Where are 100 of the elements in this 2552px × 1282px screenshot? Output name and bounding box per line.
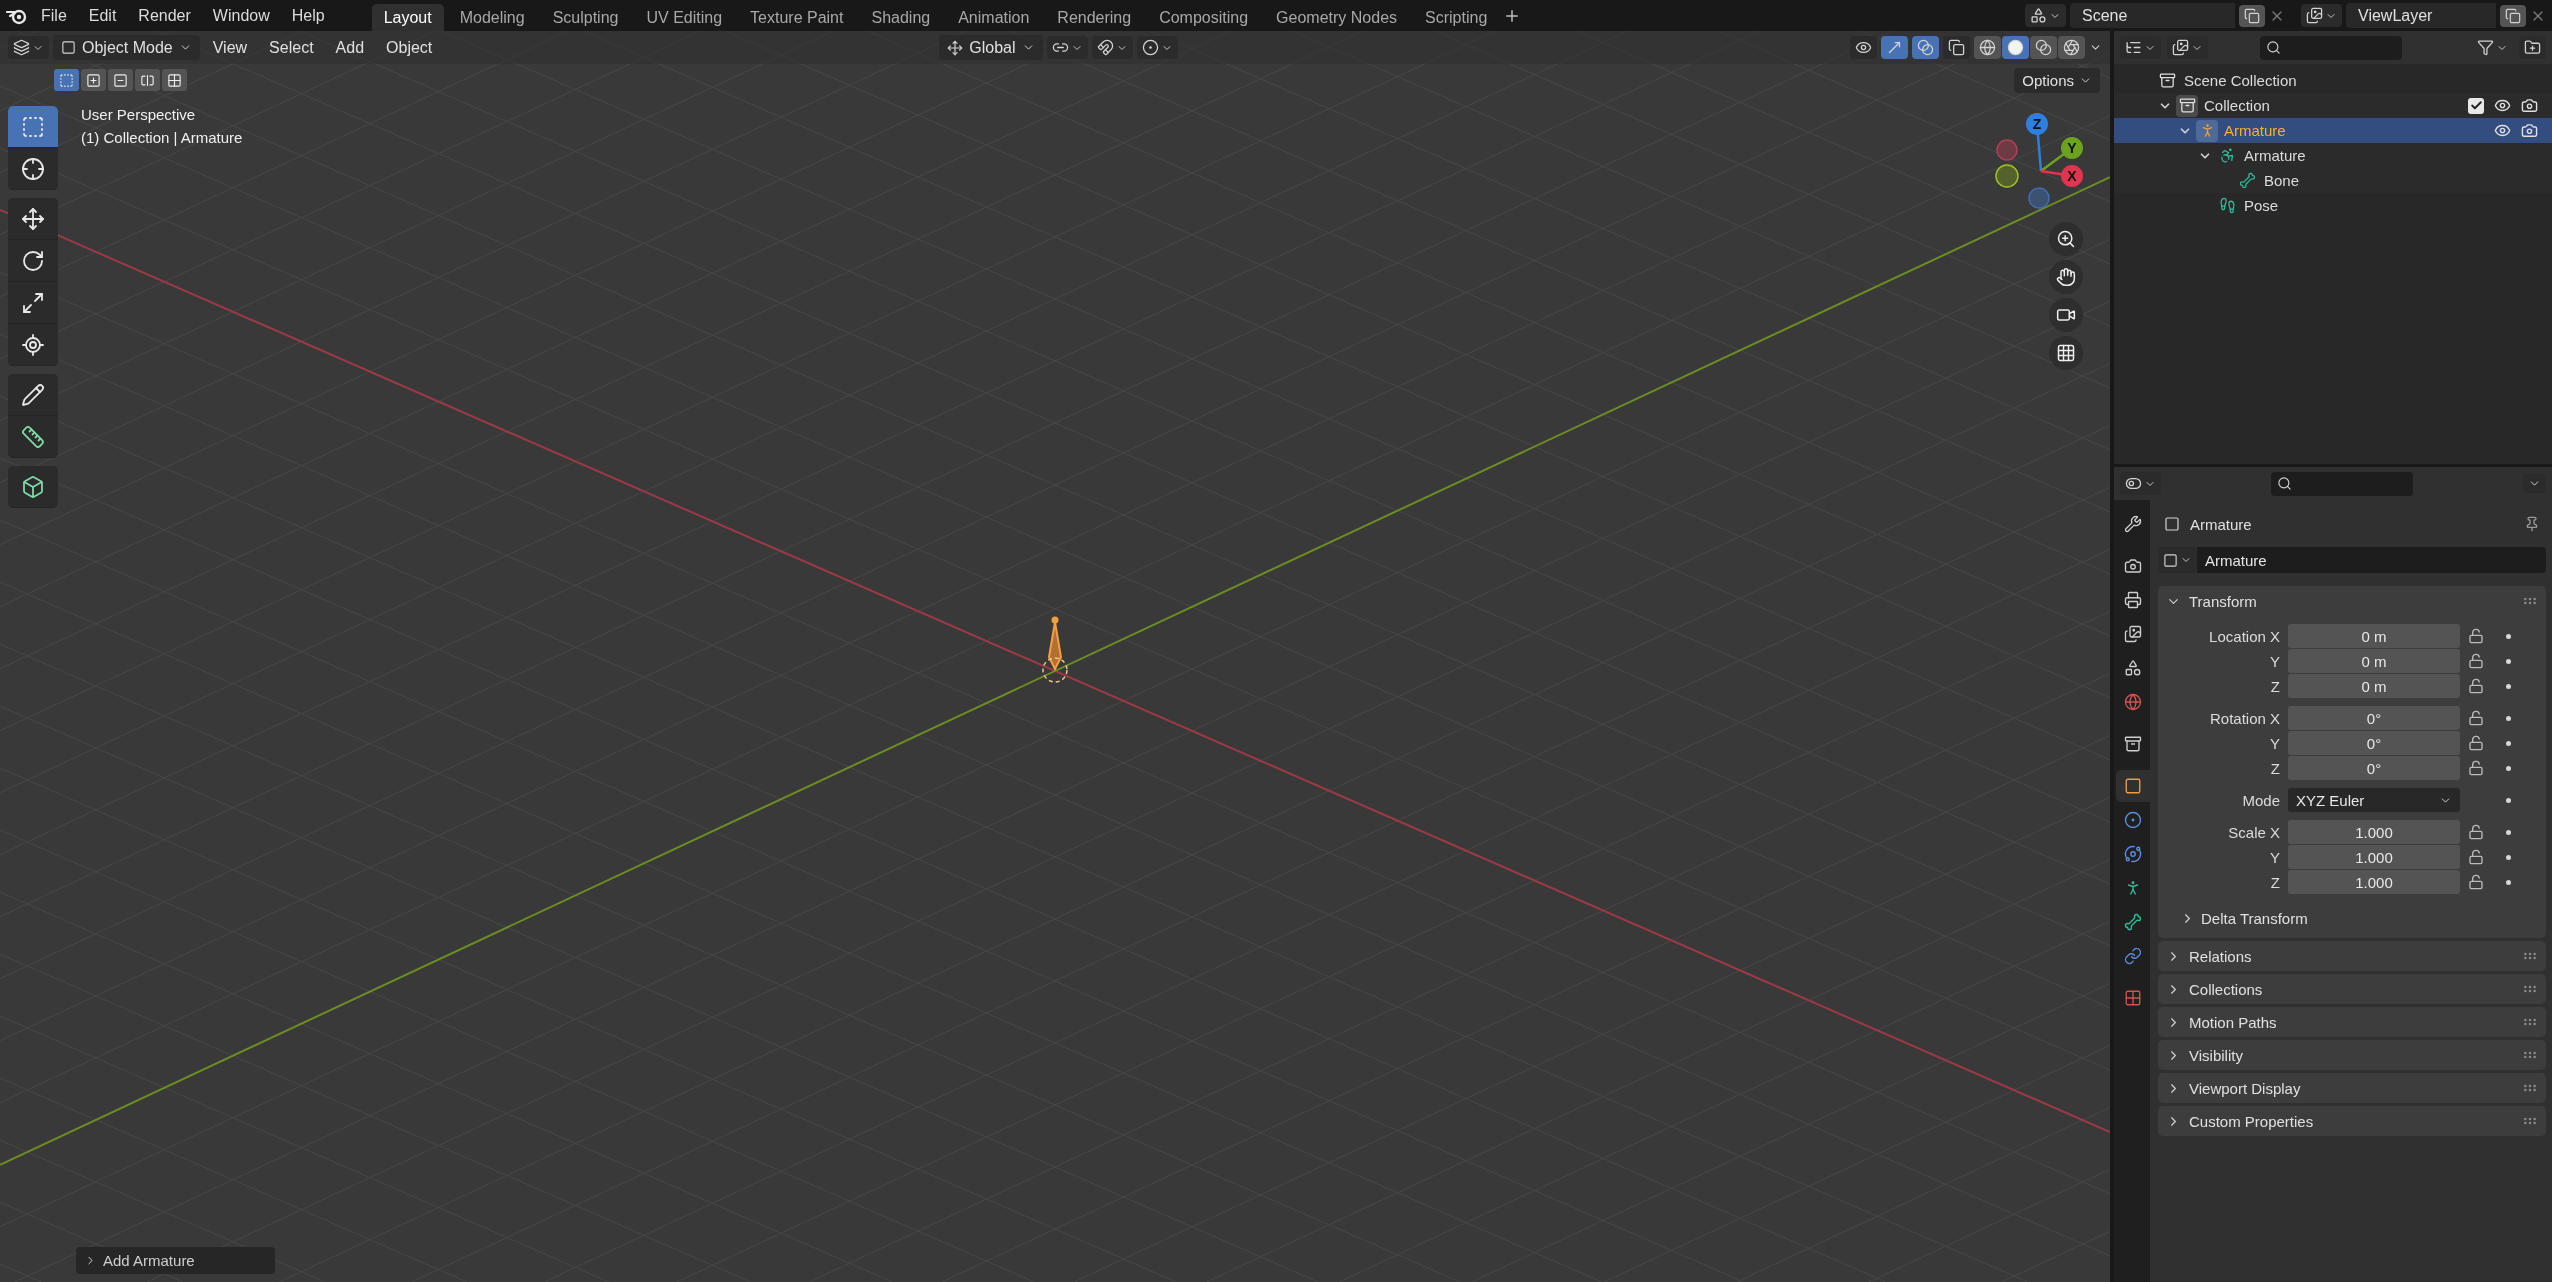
tree-item-label[interactable]: Armature	[2224, 122, 2286, 139]
section-header[interactable]: Transform	[2158, 586, 2546, 616]
pin-icon[interactable]	[2524, 516, 2540, 532]
menu-item[interactable]: Object	[377, 35, 442, 60]
shading-button[interactable]	[1974, 36, 2001, 59]
workspace-tab[interactable]: Layout	[371, 3, 444, 32]
keyframe-dot[interactable]	[2505, 854, 2511, 860]
workspace-tab[interactable]: Compositing	[1147, 3, 1261, 32]
editor-type-button[interactable]	[2120, 472, 2161, 495]
copy-button[interactable]	[2239, 4, 2265, 27]
negative-axis-handle[interactable]	[1996, 139, 2018, 161]
menu-item[interactable]: Render	[129, 3, 200, 28]
section-header[interactable]: Relations	[2158, 941, 2546, 971]
tree-item-label[interactable]: Collection	[2204, 97, 2270, 114]
unlocked-padlock-icon[interactable]	[2468, 874, 2484, 890]
search-field[interactable]	[2271, 471, 2413, 496]
workspace-tab[interactable]: UV Editing	[634, 3, 735, 32]
number-field[interactable]: 1.000	[2288, 845, 2460, 869]
workspace-tab[interactable]: Sculpting	[540, 3, 631, 32]
number-field[interactable]: 0°	[2288, 731, 2460, 755]
copy-button[interactable]	[2500, 4, 2526, 27]
unlocked-padlock-icon[interactable]	[2468, 735, 2484, 751]
last-operator-panel[interactable]: Add Armature	[76, 1247, 275, 1274]
keyframe-dot[interactable]	[2505, 715, 2511, 721]
unlocked-padlock-icon[interactable]	[2468, 628, 2484, 644]
pivot-dropdown[interactable]	[1046, 36, 1088, 59]
menu-item[interactable]: File	[32, 3, 76, 28]
camera-icon[interactable]	[2521, 97, 2538, 114]
toggle-button[interactable]	[1136, 36, 1178, 59]
keyframe-dot[interactable]	[2505, 829, 2511, 835]
axis-handle[interactable]: Z	[2026, 113, 2048, 172]
menu-item[interactable]: Window	[203, 3, 279, 28]
mode-dropdown[interactable]: Object Mode	[53, 35, 200, 60]
workspace-tab[interactable]: Animation	[946, 3, 1042, 32]
menu-item[interactable]: Select	[260, 35, 323, 60]
section-header[interactable]: Motion Paths	[2158, 1007, 2546, 1037]
section-header[interactable]: Custom Properties	[2158, 1106, 2546, 1136]
keyframe-dot[interactable]	[2505, 658, 2511, 664]
zoom-button[interactable]	[2049, 222, 2083, 256]
section-header[interactable]: Viewport Display	[2158, 1073, 2546, 1103]
keyframe-dot[interactable]	[2505, 797, 2511, 803]
number-field[interactable]: 0 m	[2288, 649, 2460, 673]
number-field[interactable]: 0 m	[2288, 674, 2460, 698]
tree-item-label[interactable]: Armature	[2244, 147, 2306, 164]
workspace-tab[interactable]: Rendering	[1045, 3, 1144, 32]
camera-view-button[interactable]	[2049, 298, 2083, 332]
number-field[interactable]: 0°	[2288, 756, 2460, 780]
unlocked-padlock-icon[interactable]	[2468, 824, 2484, 840]
workspace-tab[interactable]: Scripting	[1413, 3, 1500, 32]
workspace-tab[interactable]: Texture Paint	[738, 3, 856, 32]
eye-icon[interactable]	[2494, 122, 2511, 139]
selected-tree-row[interactable]: Armature	[2114, 118, 2552, 143]
scene-selector-button[interactable]	[2025, 4, 2066, 27]
mode-dropdown[interactable]: XYZ Euler	[2288, 788, 2460, 812]
pan-button[interactable]	[2049, 260, 2083, 294]
keyframe-dot[interactable]	[2505, 765, 2511, 771]
object-name-field[interactable]: Armature	[2197, 547, 2546, 573]
menu-item[interactable]: Edit	[79, 3, 126, 28]
unlocked-padlock-icon[interactable]	[2468, 760, 2484, 776]
search-field[interactable]	[2260, 35, 2402, 60]
unlocked-padlock-icon[interactable]	[2468, 678, 2484, 694]
negative-axis-handle[interactable]	[1995, 164, 2019, 188]
menu-item[interactable]: Add	[326, 35, 374, 60]
unlocked-padlock-icon[interactable]	[2468, 653, 2484, 669]
new-collection-button[interactable]	[2519, 36, 2546, 59]
tree-item-label[interactable]: Pose	[2244, 197, 2279, 214]
shading-button[interactable]	[2058, 36, 2085, 59]
shading-button[interactable]	[2030, 36, 2057, 59]
keyframe-dot[interactable]	[2505, 879, 2511, 885]
editor-type-button[interactable]	[2120, 36, 2161, 59]
select-mode-button[interactable]	[54, 69, 79, 91]
scene-name-field[interactable]: Scene	[2070, 3, 2235, 28]
menu-item[interactable]: View	[203, 35, 257, 60]
view-layer-name-field[interactable]: ViewLayer	[2346, 3, 2496, 28]
section-header[interactable]: Visibility	[2158, 1040, 2546, 1070]
eye-icon[interactable]	[2494, 97, 2511, 114]
number-field[interactable]: 1.000	[2288, 870, 2460, 894]
tool-button[interactable]	[8, 198, 58, 240]
keyframe-dot[interactable]	[2505, 683, 2511, 689]
negative-axis-handle[interactable]	[2028, 187, 2050, 209]
workspace-tab[interactable]: Geometry Nodes	[1264, 3, 1410, 32]
select-mode-button[interactable]	[81, 69, 106, 91]
select-mode-button[interactable]	[108, 69, 133, 91]
section-header[interactable]: Collections	[2158, 974, 2546, 1004]
display-mode-button[interactable]	[2167, 36, 2208, 59]
camera-icon[interactable]	[2521, 122, 2538, 139]
toggle-button[interactable]	[1881, 36, 1908, 59]
select-mode-button[interactable]	[162, 69, 187, 91]
shading-button[interactable]	[2002, 36, 2029, 59]
perspective-toggle-button[interactable]	[2049, 336, 2083, 370]
subsection-header[interactable]: Delta Transform	[2158, 902, 2546, 934]
view-layer-selector-button[interactable]	[2301, 4, 2342, 27]
workspace-tab[interactable]: Modeling	[447, 3, 537, 32]
number-field[interactable]: 1.000	[2288, 820, 2460, 844]
toggle-button[interactable]	[1943, 36, 1970, 59]
tool-button[interactable]	[8, 374, 58, 416]
data-type-button[interactable]	[2158, 547, 2197, 573]
tool-button[interactable]	[8, 106, 58, 148]
number-field[interactable]: 0°	[2288, 706, 2460, 730]
editor-type-button[interactable]	[8, 36, 49, 59]
